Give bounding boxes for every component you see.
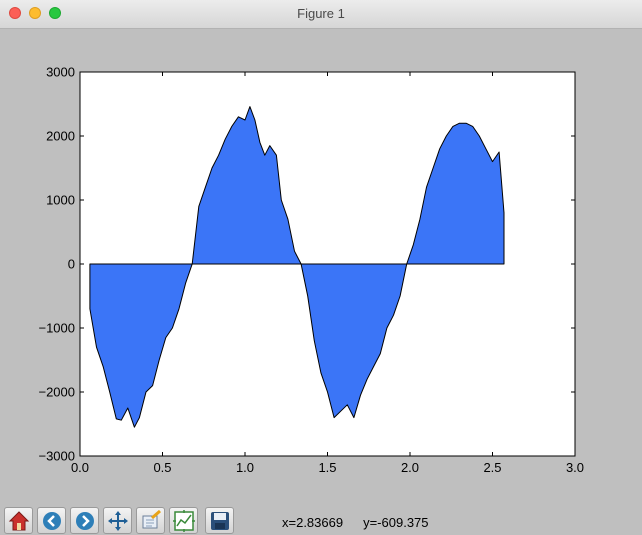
y-tick-label: 2000: [46, 129, 75, 144]
home-button[interactable]: [4, 507, 33, 534]
home-icon: [8, 511, 30, 531]
save-figure-button[interactable]: [205, 507, 234, 534]
zoom-rectangle-icon: [142, 510, 161, 529]
back-button[interactable]: [37, 507, 66, 534]
forward-arrow-icon: [76, 512, 94, 530]
y-tick-label: 0: [68, 257, 75, 272]
save-icon: [211, 512, 229, 530]
plot-area[interactable]: 0.0 0.5 1.0 1.5 2.0 2.5 3.0 3000 2000 1000 0 −1000−…: [0, 28, 642, 504]
y-coordinate-readout: y=-609.375: [363, 515, 429, 530]
y-tick-label: −2000: [38, 385, 75, 400]
y-tick-label: 3000: [46, 65, 75, 80]
area-chart[interactable]: 0.0 0.5 1.0 1.5 2.0 2.5 3.03000200010000−1000−…: [0, 28, 642, 504]
pan-icon: [108, 511, 128, 531]
x-tick-label: 2.0: [401, 460, 419, 475]
navigation-toolbar: x=2.83669 y=-609.375: [0, 505, 642, 535]
x-tick-label: 1.5: [318, 460, 336, 475]
title-bar: Figure 1: [0, 0, 642, 29]
x-tick-label: 0.5: [153, 460, 171, 475]
cursor-coordinates: x=2.83669 y=-609.375: [282, 515, 429, 530]
x-coordinate-readout: x=2.83669: [282, 515, 344, 530]
zoom-button[interactable]: [136, 507, 165, 534]
window-title: Figure 1: [297, 6, 345, 21]
subplots-configure-icon: [173, 510, 195, 532]
configure-subplots-button[interactable]: [169, 507, 198, 534]
y-tick-label: −1000: [38, 321, 75, 336]
y-tick-label: −3000: [38, 449, 75, 464]
forward-button[interactable]: [70, 507, 99, 534]
pan-button[interactable]: [103, 507, 132, 534]
y-tick-label: 1000: [46, 193, 75, 208]
x-tick-label: 1.0: [236, 460, 254, 475]
back-arrow-icon: [43, 512, 61, 530]
x-tick-label: 3.0: [566, 460, 584, 475]
figure-window: Figure 1 0.0 0.5 1.0 1.5 2.0 2.5 3.0 3000 2000 10…: [0, 0, 642, 535]
x-tick-label: 2.5: [483, 460, 501, 475]
